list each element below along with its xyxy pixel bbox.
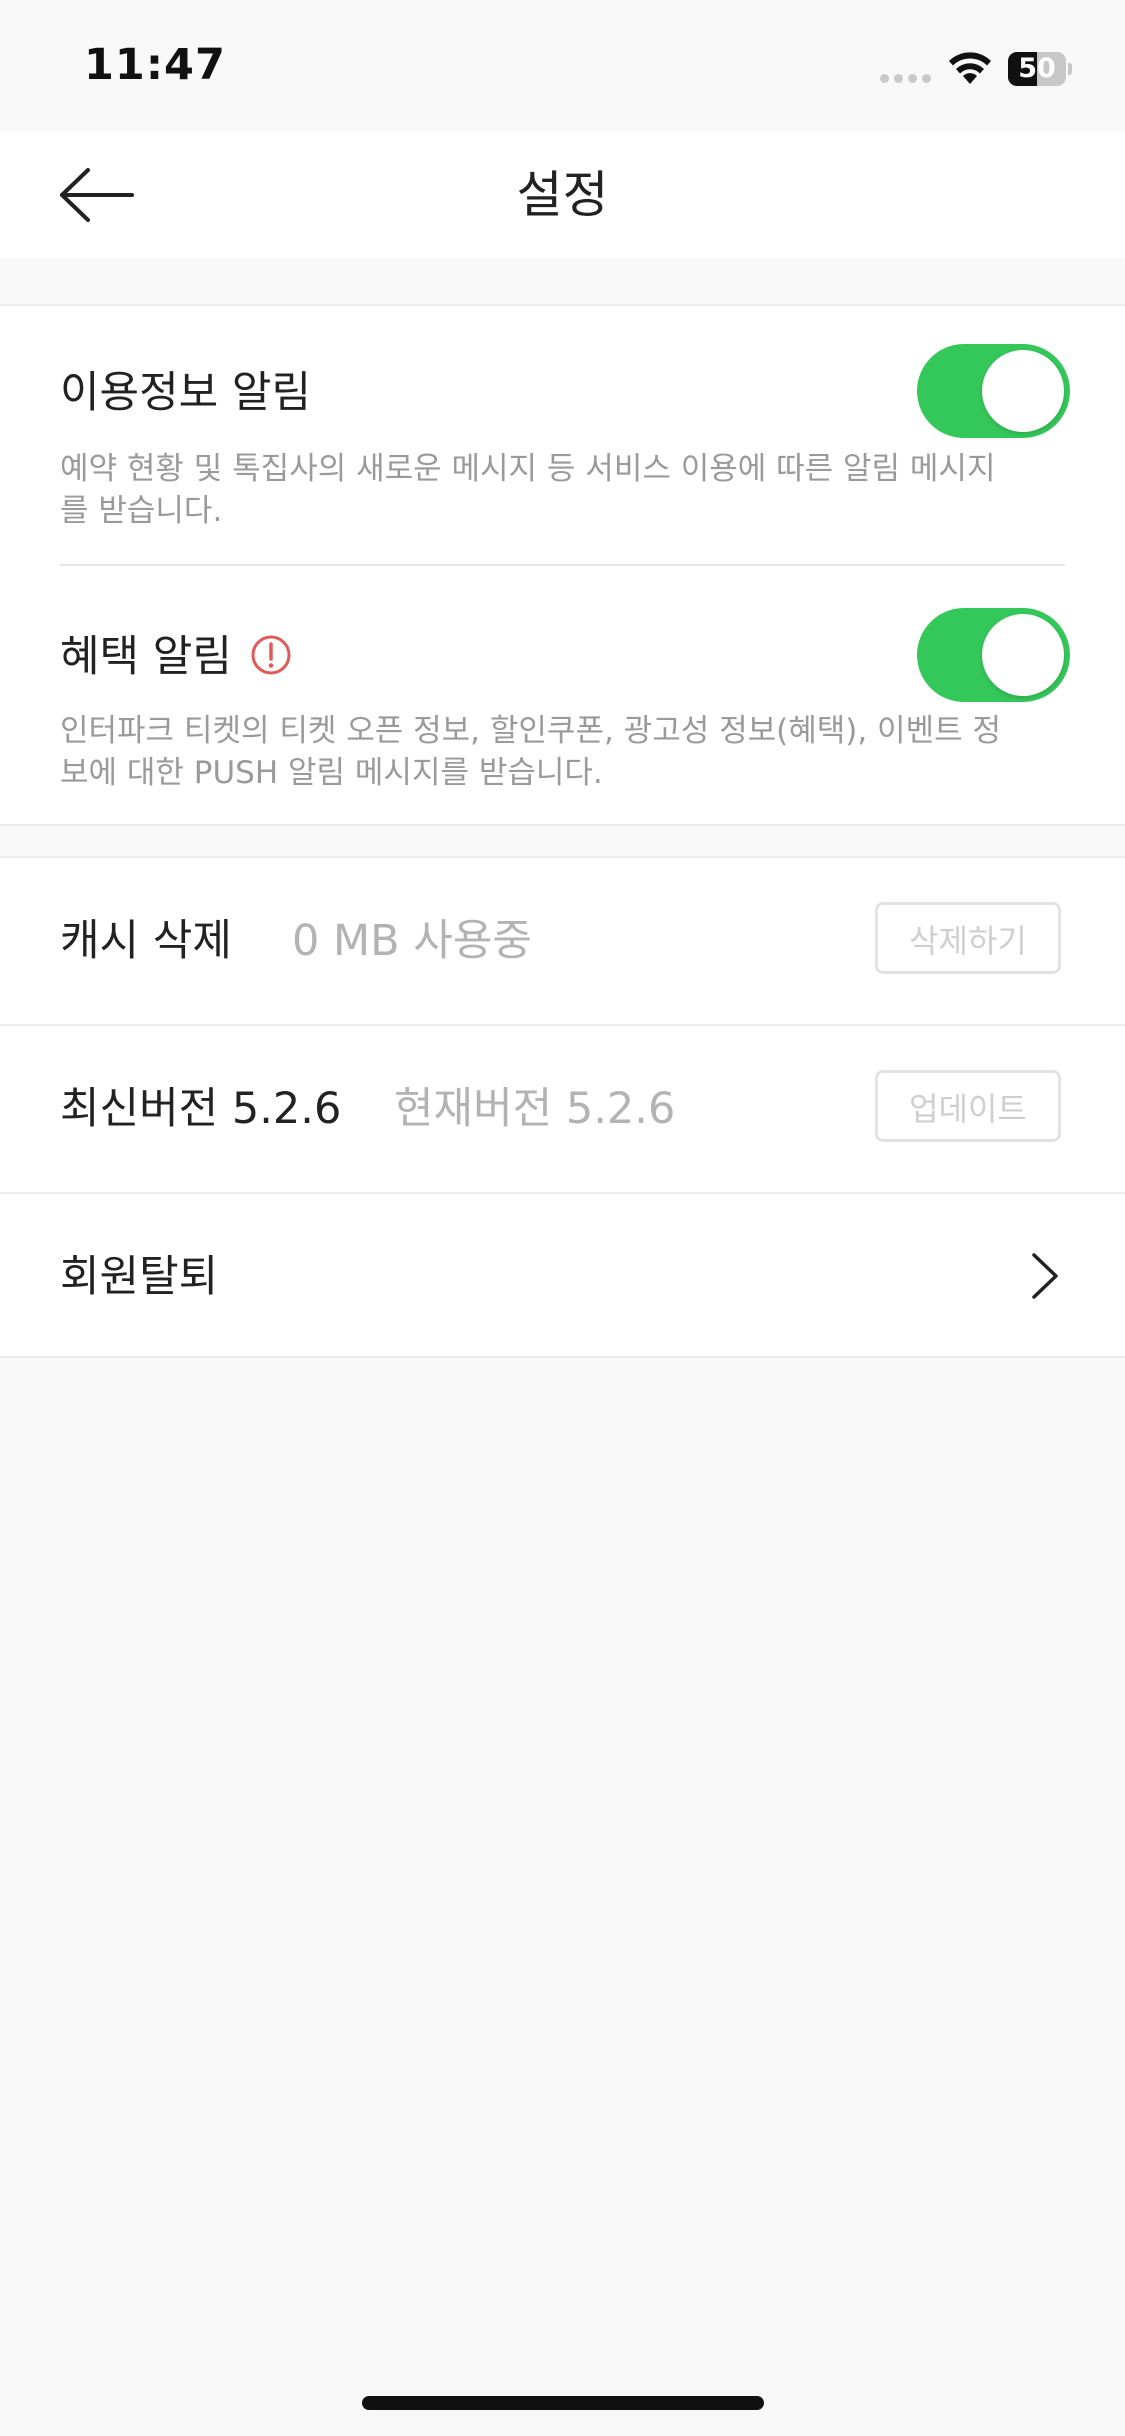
toggle-knob [982, 614, 1064, 696]
latest-version: 최신버전 5.2.6 [60, 1084, 342, 1134]
status-bar: 11:47 50 [0, 0, 1125, 132]
version-row: 최신버전 5.2.6 현재버전 5.2.6 업데이트 [0, 1026, 1125, 1192]
cache-usage: 0 MB 사용중 [292, 916, 532, 966]
exclamation-circle-icon[interactable] [250, 634, 292, 676]
signal-icon [880, 74, 931, 83]
toggle-knob [982, 350, 1064, 432]
benefit-notification-toggle[interactable] [917, 608, 1070, 702]
page-title: 설정 [516, 166, 609, 224]
arrow-left-icon[interactable] [54, 162, 144, 228]
home-indicator[interactable] [362, 2396, 764, 2410]
notification-settings-card: 이용정보 알림 예약 현황 및 톡집사의 새로운 메시지 등 서비스 이용에 따… [0, 304, 1125, 826]
benefit-notification-title: 혜택 알림 [60, 632, 232, 682]
benefit-notification-description: 인터파크 티켓의 티켓 오픈 정보, 할인쿠폰, 광고성 정보(혜택), 이벤트… [60, 713, 1001, 791]
current-version: 현재버전 5.2.6 [394, 1084, 676, 1134]
usage-notification-description: 예약 현황 및 톡집사의 새로운 메시지 등 서비스 이용에 따른 알림 메시지… [60, 451, 996, 529]
app-settings-card: 캐시 삭제 0 MB 사용중 삭제하기 최신버전 5.2.6 현재버전 5.2.… [0, 856, 1125, 1358]
app-header: 설정 [0, 132, 1125, 258]
withdraw-row[interactable]: 회원탈퇴 [0, 1194, 1125, 1360]
usage-notification-title: 이용정보 알림 [60, 368, 312, 418]
cache-row: 캐시 삭제 0 MB 사용중 삭제하기 [0, 858, 1125, 1024]
usage-notification-toggle[interactable] [917, 344, 1070, 438]
cache-label: 캐시 삭제 [60, 916, 232, 966]
clear-cache-button[interactable]: 삭제하기 [875, 902, 1061, 974]
withdraw-label: 회원탈퇴 [60, 1252, 219, 1302]
divider [60, 564, 1065, 566]
battery-icon: 50 [1008, 52, 1072, 86]
wifi-icon [949, 52, 991, 84]
status-time: 11:47 [84, 40, 226, 90]
battery-level: 50 [1018, 53, 1056, 84]
update-button[interactable]: 업데이트 [875, 1070, 1061, 1142]
chevron-right-icon [1032, 1253, 1058, 1299]
